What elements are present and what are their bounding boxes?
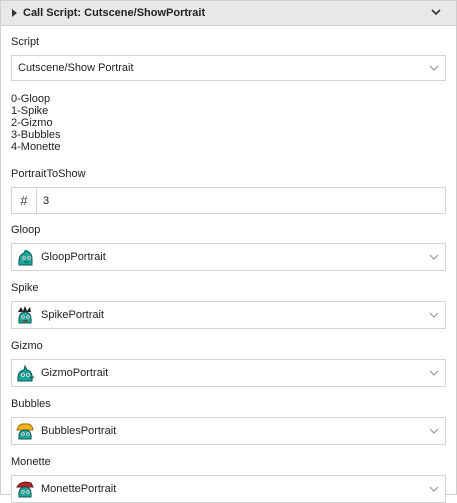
spike-portrait-icon [18,306,32,324]
note-line: 3-Bubbles [11,129,61,141]
gizmo-portrait-value: GizmoPortrait [41,367,109,379]
portrait-to-show-input[interactable]: 3 [43,195,49,207]
panel-title: Call Script: Cutscene/ShowPortrait [23,7,206,19]
gizmo-portrait-dropdown[interactable]: GizmoPortrait [11,359,446,387]
monette-portrait-value: MonettePortrait [41,483,117,495]
call-script-panel: Call Script: Cutscene/ShowPortrait Scrip… [0,0,457,503]
monette-portrait-icon [16,481,34,498]
gloop-label: Gloop [11,224,41,236]
note-line: 4-Monette [11,141,61,153]
expand-caret-icon[interactable] [12,9,17,17]
chevron-down-icon [429,312,439,318]
script-value: Cutscene/Show Portrait [18,62,134,74]
gizmo-portrait-icon [17,364,35,382]
chevron-down-icon [429,486,439,492]
chevron-down-icon [429,370,439,376]
chevron-down-icon [429,254,439,260]
monette-portrait-dropdown[interactable]: MonettePortrait [11,475,446,503]
note-line: 2-Gizmo [11,117,53,129]
spike-portrait-dropdown[interactable]: SpikePortrait [11,301,446,329]
gloop-portrait-dropdown[interactable]: GloopPortrait [11,243,446,271]
note-line: 0-Gloop [11,93,51,105]
script-label: Script [11,36,40,48]
spike-portrait-value: SpikePortrait [41,309,104,321]
chevron-down-icon [429,65,439,71]
chevron-down-icon[interactable] [430,6,442,18]
gloop-portrait-icon [18,249,33,266]
bubbles-portrait-value: BubblesPortrait [41,425,117,437]
portrait-to-show-label: PortraitToShow [11,168,86,180]
portrait-to-show-field[interactable]: # 3 [11,187,446,214]
script-dropdown[interactable]: Cutscene/Show Portrait [11,55,446,81]
gizmo-label: Gizmo [11,340,43,352]
note-line: 1-Spike [11,105,49,117]
chevron-down-icon [429,428,439,434]
spike-label: Spike [11,282,39,294]
bubbles-portrait-dropdown[interactable]: BubblesPortrait [11,417,446,445]
panel-header[interactable]: Call Script: Cutscene/ShowPortrait [1,1,456,26]
bubbles-portrait-icon [16,423,34,440]
bubbles-label: Bubbles [11,398,51,410]
monette-label: Monette [11,456,51,468]
portrait-notes: 0-Gloop 1-Spike 2-Gizmo 3-Bubbles 4-Mone… [11,93,446,153]
gloop-portrait-value: GloopPortrait [41,251,106,263]
number-hash-icon: # [12,188,37,213]
